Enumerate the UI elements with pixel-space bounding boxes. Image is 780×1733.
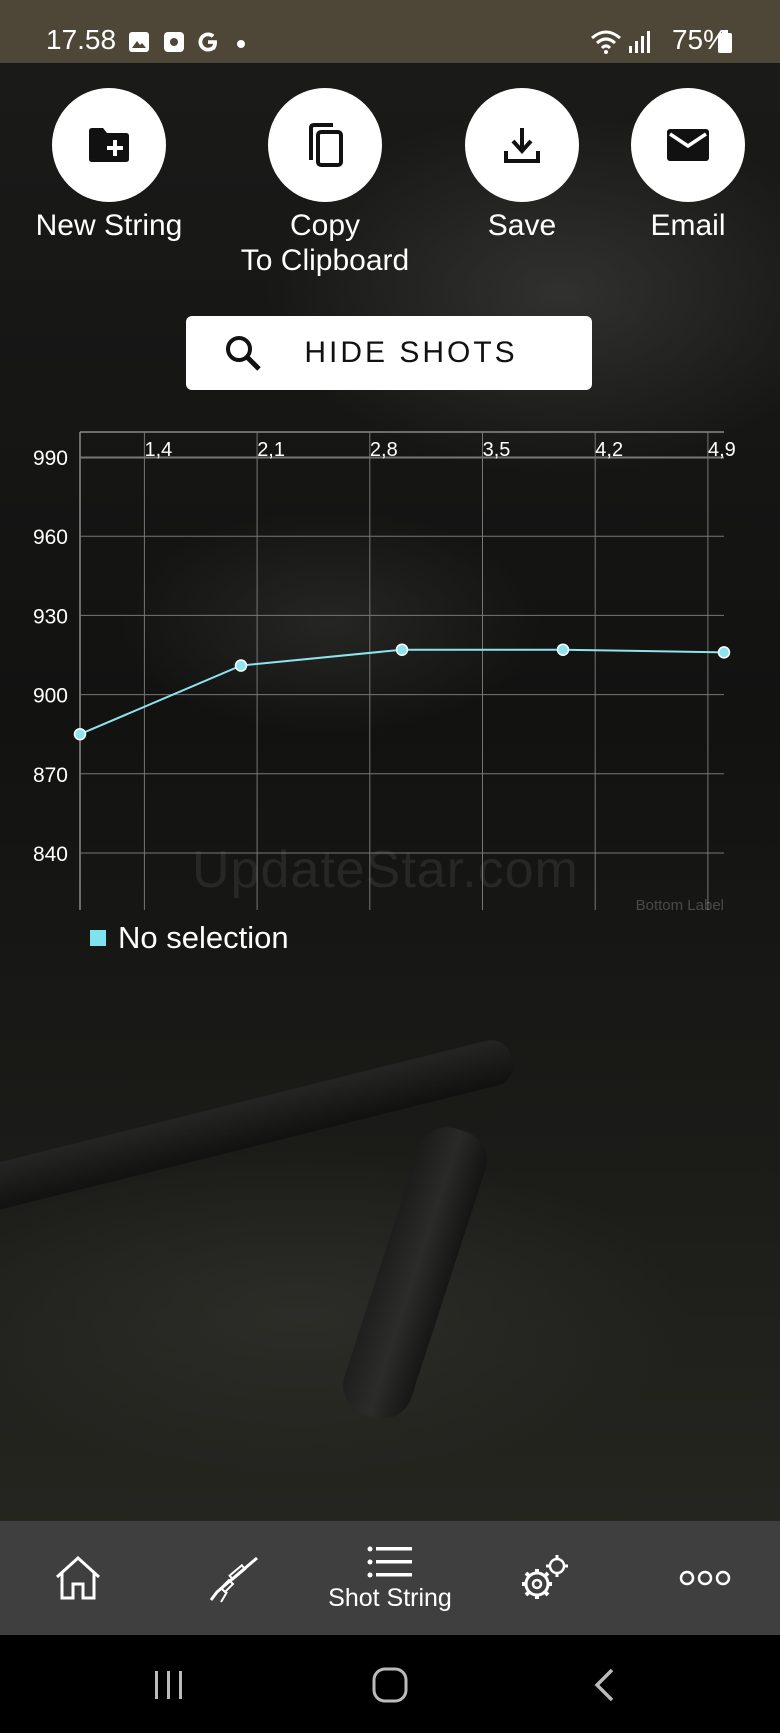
save-action[interactable]: Save [465, 88, 579, 243]
y-tick-label: 960 [33, 526, 68, 549]
new-folder-icon [89, 128, 129, 162]
background-bipod-leg [335, 1119, 495, 1427]
copy-icon [309, 123, 343, 167]
y-tick-label: 900 [33, 685, 68, 708]
save-button[interactable] [465, 88, 579, 202]
hide-shots-button[interactable]: HIDE SHOTS [186, 316, 592, 390]
copy-label-line1: Copy [289, 209, 361, 242]
legend-label: No selection [118, 920, 289, 955]
bottom-navigation: Shot String [0, 1521, 780, 1635]
home-button-icon[interactable] [370, 1665, 410, 1705]
status-bar: 17.58 75% [0, 0, 780, 63]
data-point [717, 646, 731, 659]
x-tick-label: 2,1 [257, 439, 285, 461]
more-icon [679, 1570, 731, 1586]
y-tick-label: 990 [33, 447, 68, 470]
search-icon [226, 336, 261, 371]
y-tick-label: 840 [33, 843, 68, 866]
battery-icon [718, 30, 732, 53]
nav-shot-string-label: Shot String [328, 1583, 452, 1612]
email-label: Email [650, 209, 726, 242]
x-tick-label: 2,8 [370, 439, 398, 461]
axis-title-fragment: Bottom Label [636, 897, 724, 914]
recent-apps-icon[interactable] [152, 1669, 186, 1701]
wifi-icon [591, 30, 621, 54]
google-icon [198, 32, 217, 52]
chart-legend: No selection [90, 920, 289, 956]
copy-label-line2: To Clipboard [240, 244, 410, 277]
back-icon[interactable] [592, 1667, 616, 1703]
list-icon [367, 1546, 412, 1577]
nav-home[interactable] [38, 1521, 118, 1635]
x-tick-label: 4,2 [595, 439, 623, 461]
hide-shots-label: HIDE SHOTS [304, 336, 518, 369]
nav-settings[interactable] [505, 1521, 585, 1635]
nav-rifle[interactable] [195, 1521, 275, 1635]
new-string-label: New String [35, 209, 183, 242]
status-time: 17.58 [46, 24, 117, 55]
y-tick-label: 930 [33, 605, 68, 628]
data-point [556, 643, 570, 656]
y-tick-label: 870 [33, 764, 68, 787]
dot-icon [237, 40, 245, 48]
email-button[interactable] [631, 88, 745, 202]
save-label: Save [487, 209, 557, 242]
copy-to-clipboard-button[interactable] [268, 88, 382, 202]
x-tick-label: 4,9 [708, 439, 736, 461]
gallery-icon [129, 32, 149, 52]
email-action[interactable]: Email [631, 88, 745, 243]
data-point [234, 659, 248, 672]
legend-swatch [90, 930, 106, 946]
home-icon [55, 1555, 101, 1600]
screen-record-icon [164, 32, 184, 52]
x-tick-label: 3,5 [483, 439, 511, 461]
signal-icon [629, 31, 650, 53]
copy-to-clipboard-action[interactable]: Copy To Clipboard [225, 88, 425, 278]
new-string-action[interactable]: New String [32, 88, 186, 243]
rifle-icon [209, 1556, 258, 1603]
data-point [73, 727, 87, 741]
x-tick-label: 1,4 [144, 439, 172, 461]
mail-icon [667, 129, 709, 161]
velocity-chart: 990 960 930 900 870 840 1,4 2,1 2,8 3,5 4,2 4,9 Bott… [33, 431, 736, 914]
series-line [79, 648, 725, 736]
nav-more[interactable] [660, 1521, 750, 1635]
new-string-button[interactable] [52, 88, 166, 202]
nav-shot-string[interactable]: Shot String [310, 1521, 470, 1635]
data-point [395, 643, 409, 656]
settings-icon [522, 1555, 568, 1599]
download-icon [504, 128, 540, 163]
system-navigation-bar [0, 1635, 780, 1733]
